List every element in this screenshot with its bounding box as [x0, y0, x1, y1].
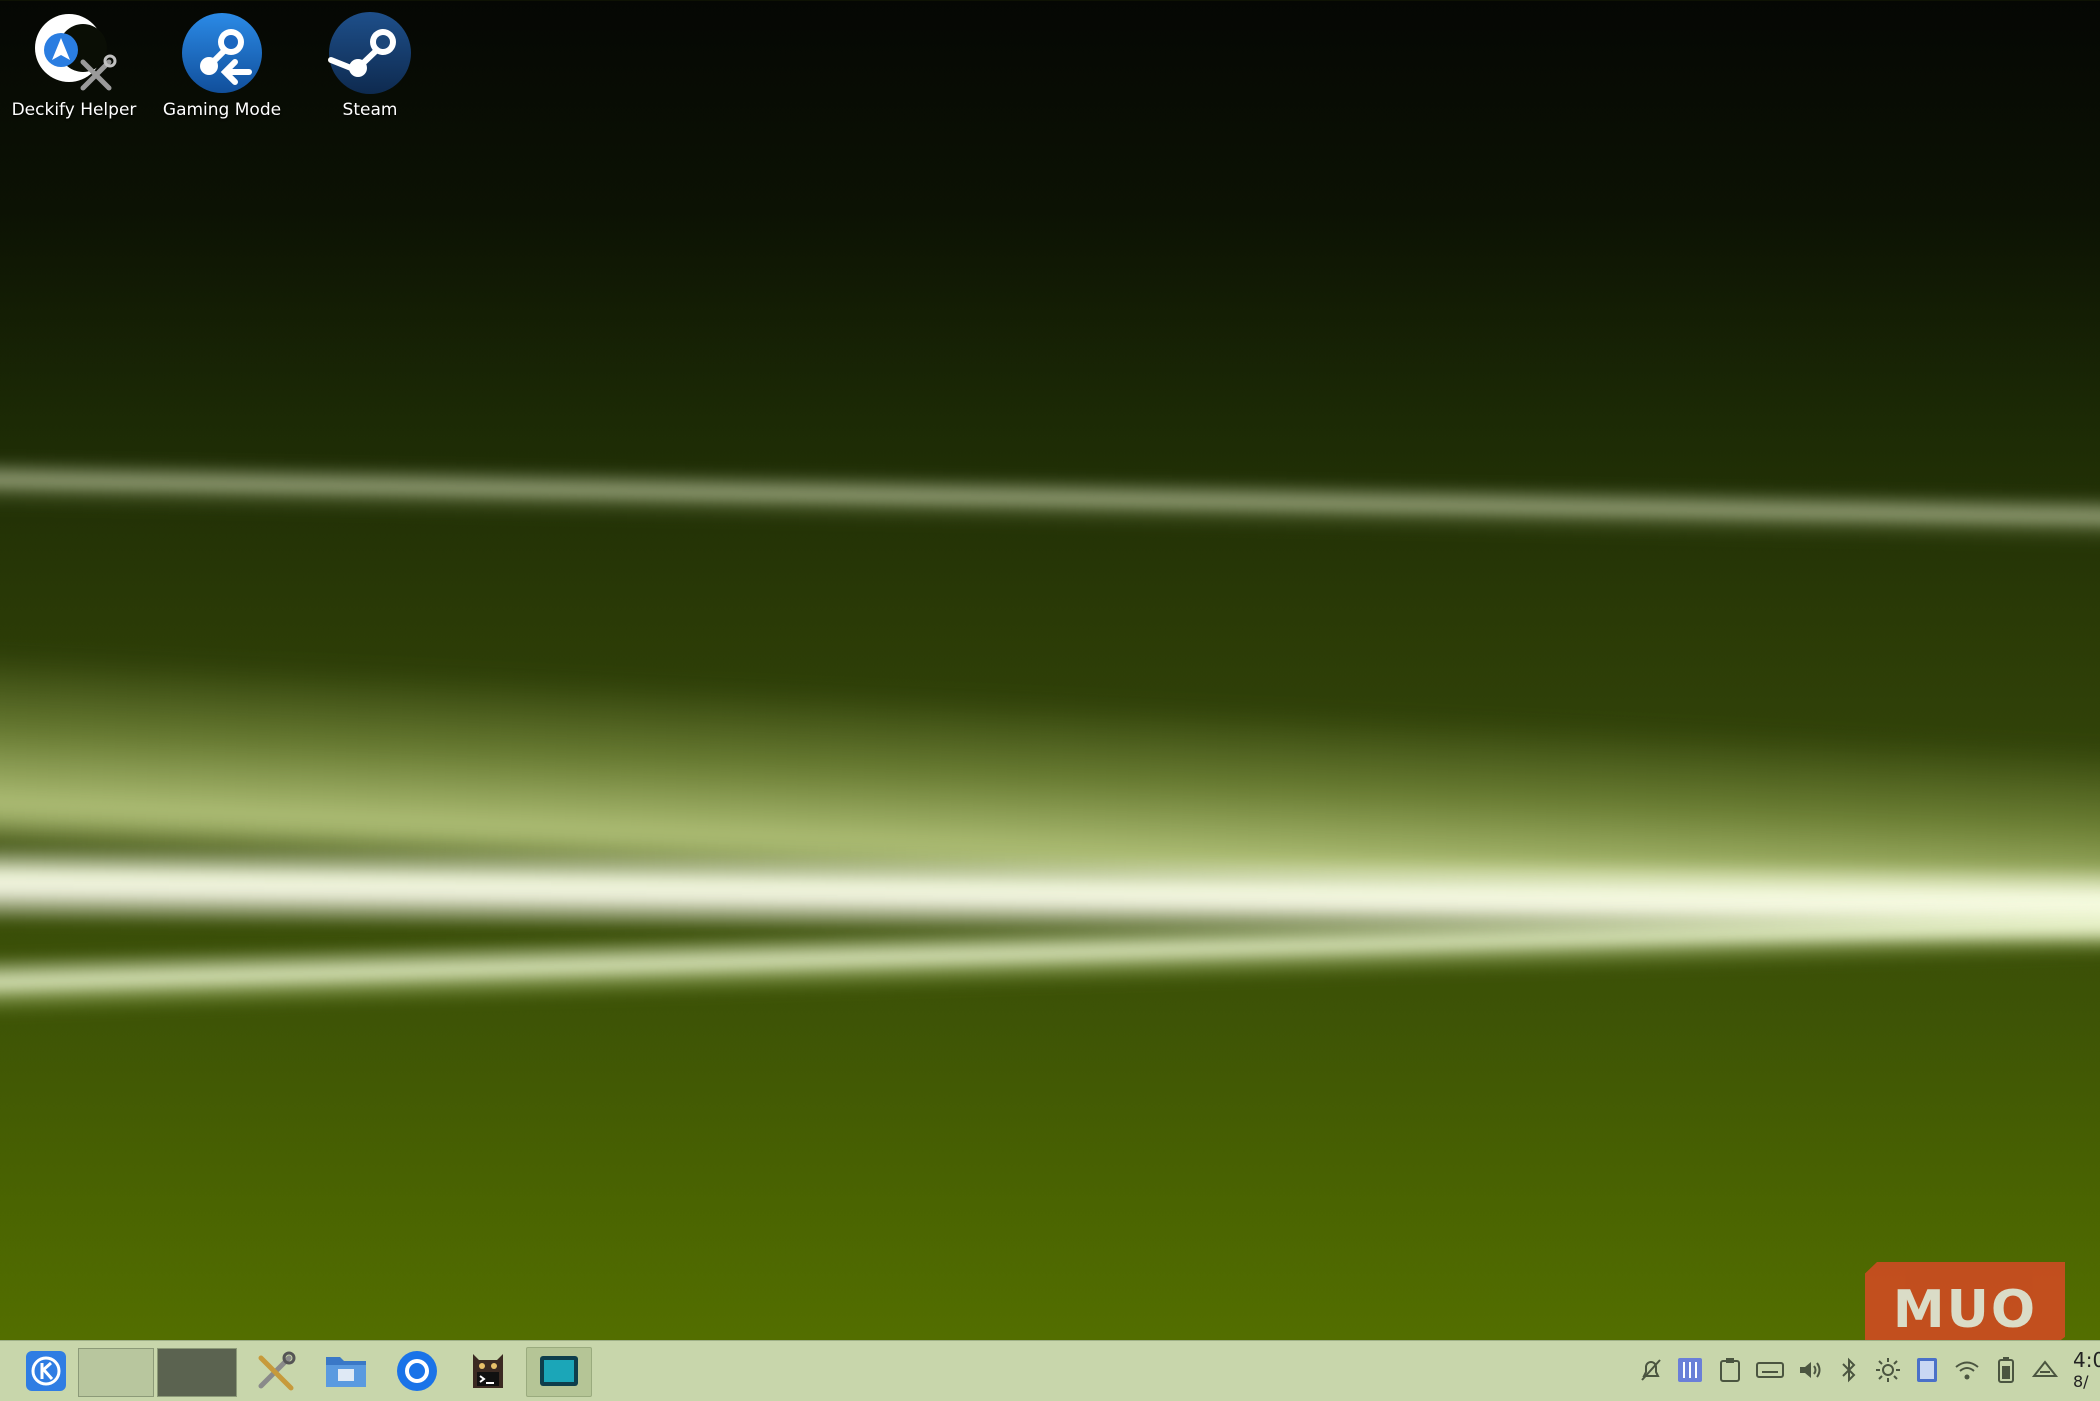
pager-desktop-2[interactable] [157, 1348, 237, 1397]
wallpaper-streak [0, 891, 2100, 1019]
wallpaper-streak [0, 645, 2100, 955]
desktop-icon-steam[interactable]: Steam [300, 10, 440, 120]
task-file-manager[interactable] [320, 1347, 372, 1395]
terminal-icon [473, 1354, 503, 1388]
task-system-tools[interactable] [250, 1347, 302, 1395]
display-icon[interactable] [1912, 1355, 1942, 1385]
screen-app-icon [540, 1356, 578, 1386]
brightness-icon[interactable] [1873, 1355, 1903, 1385]
chrome-icon [397, 1351, 437, 1391]
digital-clock[interactable]: 4:0 8/ [2073, 1349, 2100, 1393]
desktop-icon-label: Deckify Helper [11, 100, 137, 120]
pager-desktop-1[interactable] [78, 1348, 154, 1397]
file-manager-icon [326, 1357, 366, 1387]
notifications-muted-icon[interactable] [1636, 1355, 1666, 1385]
bluetooth-icon[interactable] [1834, 1355, 1864, 1385]
volume-icon[interactable] [1795, 1355, 1825, 1385]
gaming-mode-icon [179, 10, 265, 96]
keyboard-icon[interactable] [1755, 1355, 1785, 1385]
wallpaper-streak [0, 457, 2100, 549]
task-chrome[interactable] [391, 1347, 443, 1395]
kde-launcher-icon [26, 1351, 66, 1391]
clipboard-icon[interactable] [1715, 1355, 1745, 1385]
deckify-helper-icon [31, 10, 117, 96]
steam-icon [327, 10, 413, 96]
battery-icon[interactable] [1991, 1355, 2021, 1385]
clock-time: 4:0 [2073, 1348, 2100, 1372]
updates-icon[interactable] [2030, 1355, 2060, 1385]
desktop-icon-deckify-helper[interactable]: Deckify Helper [4, 10, 144, 120]
wallpaper-streak [0, 842, 2100, 948]
desktop-icon-label: Steam [342, 100, 398, 120]
taskbar: 4:0 8/ [0, 1340, 2100, 1401]
application-launcher-button[interactable] [20, 1347, 72, 1395]
system-tools-icon [258, 1351, 296, 1391]
clock-date: 8/ [2073, 1372, 2089, 1391]
task-terminal[interactable] [462, 1347, 514, 1395]
watermark-text: MUO [1892, 1280, 2038, 1340]
task-screen-app-active[interactable] [526, 1347, 592, 1397]
desktop-icon-gaming-mode[interactable]: Gaming Mode [152, 10, 292, 120]
wifi-icon[interactable] [1952, 1355, 1982, 1385]
desktop-icon-label: Gaming Mode [162, 100, 282, 120]
audio-mixer-icon[interactable] [1675, 1355, 1705, 1385]
